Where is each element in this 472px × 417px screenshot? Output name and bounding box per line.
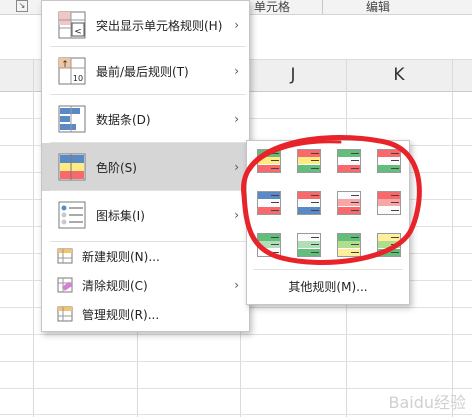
menu-item-label: 图标集(I) <box>96 208 145 223</box>
chevron-right-icon: › <box>234 18 239 32</box>
menu-item-label: 管理规则(R)... <box>82 307 160 322</box>
color-scales-icon <box>58 153 86 181</box>
clear-rules-icon <box>57 277 73 293</box>
chevron-right-icon: › <box>234 112 239 126</box>
dialog-launcher-icon[interactable]: ↘ <box>16 0 28 12</box>
column-header-k[interactable]: K <box>346 60 452 91</box>
manage-rules-icon <box>57 306 73 322</box>
menu-item-new-rule[interactable]: 新建规则(N)... <box>42 244 249 268</box>
color-scale-option[interactable] <box>337 191 361 215</box>
chevron-right-icon: › <box>234 64 239 78</box>
menu-item-label: 色阶(S) <box>96 160 137 175</box>
new-rule-icon <box>57 248 73 264</box>
menu-item-label: 突出显示单元格规则(H) <box>96 18 223 33</box>
chevron-right-icon: › <box>234 278 239 292</box>
menu-item-color-scales[interactable]: 色阶(S) › <box>42 143 249 191</box>
menu-item-manage-rules[interactable]: 管理规则(R)... <box>42 302 249 326</box>
menu-item-top-bottom-rules[interactable]: ↑ 10 最前/最后规则(T) › <box>42 47 249 95</box>
top-bottom-rules-icon: ↑ 10 <box>58 57 86 85</box>
color-scale-option[interactable] <box>377 149 401 173</box>
menu-item-label: 清除规则(C) <box>82 278 148 293</box>
chevron-right-icon: › <box>234 160 239 174</box>
menu-item-clear-rules[interactable]: 清除规则(C) › <box>42 273 249 297</box>
ribbon-group-edit: 编辑 <box>366 0 391 14</box>
column-header-j[interactable]: J <box>240 60 346 91</box>
highlight-cells-rules-icon: < <box>58 11 86 39</box>
menu-item-data-bars[interactable]: 数据条(D) › <box>42 95 249 143</box>
data-bars-icon <box>58 105 86 133</box>
menu-item-label: 数据条(D) <box>96 112 151 127</box>
ribbon-group-cells: 单元格 <box>254 0 291 14</box>
color-scale-option[interactable] <box>257 233 281 257</box>
color-scales-submenu: 其他规则(M)... <box>246 140 410 305</box>
color-scale-option[interactable] <box>257 191 281 215</box>
menu-item-label: 最前/最后规则(T) <box>96 64 189 79</box>
color-scale-option[interactable] <box>337 149 361 173</box>
watermark: Baidu经验 <box>388 393 466 412</box>
color-scale-option[interactable] <box>377 191 401 215</box>
menu-item-label: 新建规则(N)... <box>82 249 160 264</box>
svg-text:10: 10 <box>73 74 83 83</box>
color-scale-option[interactable] <box>257 149 281 173</box>
color-scale-option[interactable] <box>377 233 401 257</box>
more-rules-button[interactable]: 其他规则(M)... <box>247 275 409 299</box>
menu-item-icon-sets[interactable]: 图标集(I) › <box>42 191 249 239</box>
conditional-formatting-menu: < 突出显示单元格规则(H) › ↑ 10 最前/最后规则(T) › 数据条(D… <box>41 0 250 332</box>
color-scale-option[interactable] <box>297 149 321 173</box>
svg-text:<: < <box>74 27 82 37</box>
color-scale-option[interactable] <box>297 191 321 215</box>
svg-text:↑: ↑ <box>61 60 69 70</box>
chevron-right-icon: › <box>234 208 239 222</box>
color-scale-option[interactable] <box>337 233 361 257</box>
icon-sets-icon <box>58 201 86 229</box>
color-scale-option[interactable] <box>297 233 321 257</box>
menu-item-highlight-cells-rules[interactable]: < 突出显示单元格规则(H) › <box>42 1 249 49</box>
